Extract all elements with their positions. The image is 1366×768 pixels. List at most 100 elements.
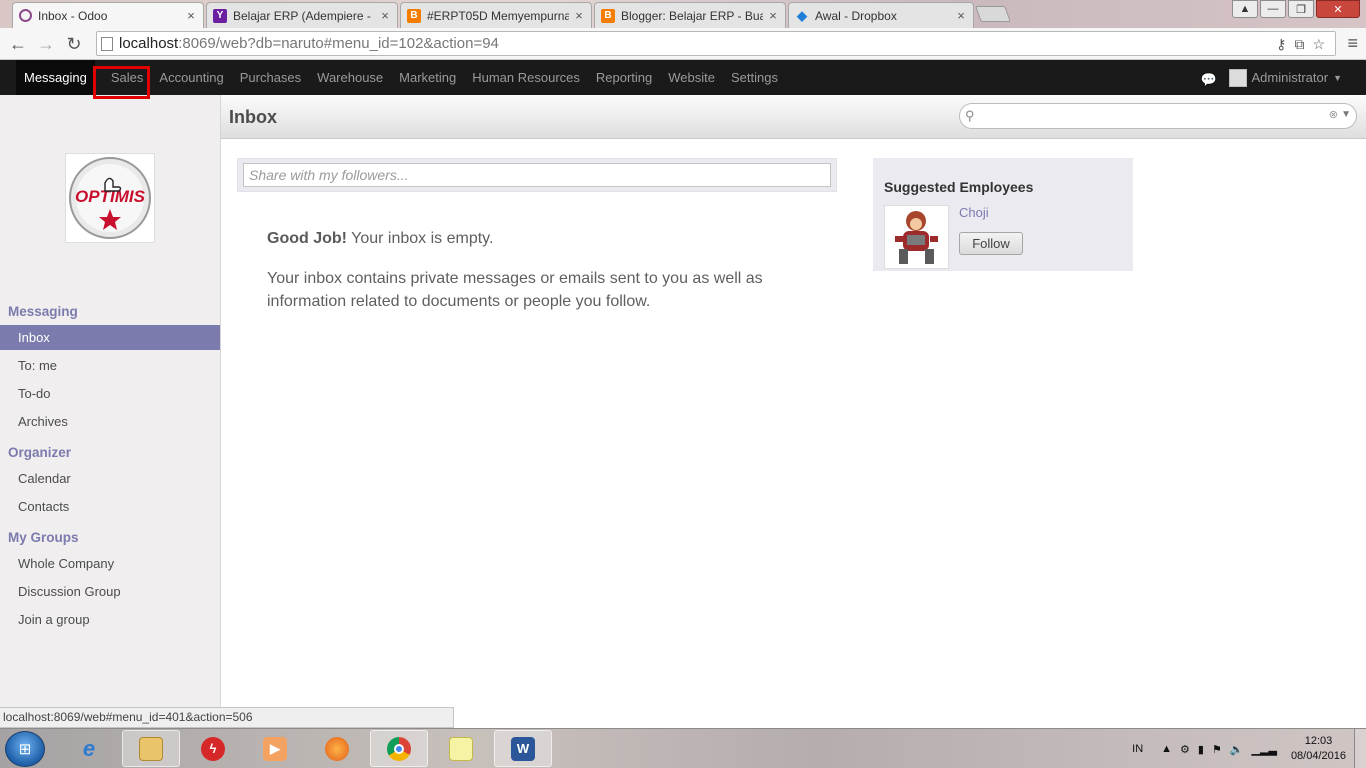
- key-icon[interactable]: ⚷: [1276, 36, 1286, 53]
- close-icon[interactable]: ×: [185, 8, 197, 23]
- word-icon: W: [511, 736, 535, 761]
- odoo-icon: [19, 9, 32, 22]
- topmenu-messaging[interactable]: Messaging: [16, 60, 95, 95]
- language-indicator[interactable]: IN: [1132, 743, 1143, 755]
- topmenu-settings[interactable]: Settings: [723, 60, 786, 95]
- empty-inbox-rest: Your inbox is empty.: [346, 230, 494, 247]
- tab-dropbox[interactable]: ◆ Awal - Dropbox ×: [788, 2, 974, 28]
- chevron-up-icon[interactable]: ▲: [1161, 743, 1172, 755]
- network-device-icon[interactable]: ⚙: [1180, 743, 1190, 756]
- signal-icon[interactable]: ▁▂▃: [1252, 743, 1277, 756]
- back-icon[interactable]: ←: [6, 32, 30, 56]
- tab-title: Inbox - Odoo: [38, 8, 108, 23]
- company-logo[interactable]: OPTIMIS: [65, 153, 155, 243]
- follow-button[interactable]: Follow: [959, 232, 1023, 255]
- close-window-button[interactable]: ✕: [1316, 0, 1360, 18]
- sidebar-item-to-me[interactable]: To: me: [0, 353, 220, 378]
- avatar: [1228, 68, 1247, 87]
- close-icon[interactable]: ×: [573, 8, 585, 23]
- reload-icon[interactable]: ↻: [62, 32, 86, 56]
- omnibox-actions: ⚷ ⧉ ☆: [1276, 36, 1325, 53]
- forward-icon[interactable]: →: [34, 32, 58, 56]
- clock-date: 08/04/2016: [1290, 750, 1346, 762]
- close-icon[interactable]: ×: [379, 8, 391, 23]
- page-icon: [101, 36, 113, 51]
- chrome-menu-icon[interactable]: ≡: [1347, 33, 1358, 54]
- blogger-icon: B: [407, 8, 421, 23]
- clear-icon[interactable]: ⊗: [1329, 108, 1338, 121]
- sidebar-item-join-group[interactable]: Join a group: [0, 607, 220, 632]
- user-menu[interactable]: Administrator ▼: [1228, 68, 1342, 87]
- tab-belajar-erp[interactable]: Y Belajar ERP (Adempiere - ×: [206, 2, 398, 28]
- star-icon[interactable]: ☆: [1312, 36, 1325, 53]
- sidebar-item-archives[interactable]: Archives: [0, 409, 220, 434]
- start-button[interactable]: ⊞: [5, 731, 45, 767]
- close-icon[interactable]: ×: [955, 8, 967, 23]
- tab-erpt05d[interactable]: B #ERPT05D Memyempurna ×: [400, 2, 592, 28]
- topmenu-human-resources[interactable]: Human Resources: [464, 60, 588, 95]
- tab-inbox-odoo[interactable]: Inbox - Odoo ×: [12, 2, 204, 28]
- compose-area: [237, 158, 837, 192]
- chat-icon[interactable]: 💬: [1201, 72, 1217, 87]
- sidebar-item-to-do[interactable]: To-do: [0, 381, 220, 406]
- show-desktop-button[interactable]: [1354, 729, 1366, 768]
- chevron-down-icon[interactable]: ▼: [1341, 109, 1351, 120]
- topmenu-website[interactable]: Website: [660, 60, 723, 95]
- search-icon: ⚲: [965, 108, 975, 123]
- employee-avatar[interactable]: [884, 205, 949, 269]
- section-title-organizer: Organizer: [8, 445, 72, 460]
- sales-highlight-annotation: [93, 66, 150, 99]
- section-title-my-groups: My Groups: [8, 530, 79, 545]
- topmenu-marketing[interactable]: Marketing: [391, 60, 464, 95]
- maximize-button[interactable]: ❐: [1288, 0, 1314, 18]
- topmenu-accounting[interactable]: Accounting: [151, 60, 231, 95]
- taskbar-media[interactable]: ▶: [246, 730, 304, 767]
- taskbar-explorer[interactable]: [122, 730, 180, 767]
- system-tray: IN ▲ ⚙ ▮ ⚑ 🔈 ▁▂▃ 12:03 08/04/2016: [1132, 729, 1346, 768]
- battery-icon[interactable]: ▮: [1198, 743, 1204, 756]
- dropbox-icon: ◆: [797, 7, 807, 23]
- minimize-button[interactable]: —: [1260, 0, 1286, 18]
- url-path: :8069/web?db=naruto#menu_id=102&action=9…: [178, 35, 499, 52]
- taskbar-ie[interactable]: e: [60, 730, 118, 767]
- topmenu-warehouse[interactable]: Warehouse: [309, 60, 391, 95]
- topmenu-purchases[interactable]: Purchases: [232, 60, 309, 95]
- windows-taskbar: ⊞ e ϟ ▶ W IN ▲ ⚙ ▮ ⚑ 🔈 ▁▂▃ 12:03 08/04/2…: [0, 728, 1366, 768]
- user-profile-icon[interactable]: ▲: [1232, 0, 1258, 18]
- search-input[interactable]: [982, 107, 1322, 125]
- volume-icon[interactable]: 🔈: [1230, 743, 1244, 756]
- odoo-topbar: Messaging Sales Accounting Purchases War…: [0, 60, 1366, 95]
- blogger-icon: B: [601, 8, 615, 23]
- sidebar-item-inbox[interactable]: Inbox: [0, 325, 220, 350]
- sidebar-item-discussion-group[interactable]: Discussion Group: [0, 579, 220, 604]
- search-box[interactable]: ⚲ ⊗ ▼: [959, 103, 1357, 129]
- flag-icon[interactable]: ⚑: [1212, 743, 1222, 756]
- translate-icon[interactable]: ⧉: [1294, 36, 1304, 53]
- tab-blogger[interactable]: B Blogger: Belajar ERP - Bua ×: [594, 2, 786, 28]
- topmenu-reporting[interactable]: Reporting: [588, 60, 660, 95]
- close-icon[interactable]: ×: [767, 8, 779, 23]
- taskbar-word[interactable]: W: [494, 730, 552, 767]
- taskbar-chrome[interactable]: [370, 730, 428, 767]
- sidebar-item-whole-company[interactable]: Whole Company: [0, 551, 220, 576]
- empty-inbox-detail: Your inbox contains private messages or …: [267, 270, 763, 310]
- url-host: localhost: [119, 35, 179, 52]
- taskbar-flash[interactable]: ϟ: [184, 730, 242, 767]
- ie-icon: e: [82, 735, 96, 761]
- taskbar-firefox[interactable]: [308, 730, 366, 767]
- browser-tabstrip: Inbox - Odoo × Y Belajar ERP (Adempiere …: [0, 0, 1366, 28]
- chevron-down-icon: ▼: [1333, 72, 1342, 83]
- browser-toolbar: ← → ↻ localhost:8069/web?db=naruto#menu_…: [0, 28, 1366, 60]
- share-with-followers-input[interactable]: [243, 163, 831, 187]
- suggested-employees-title: Suggested Employees: [884, 179, 1034, 195]
- new-tab-button[interactable]: [975, 6, 1011, 22]
- clock[interactable]: 12:03 08/04/2016: [1291, 734, 1346, 764]
- main-header: Inbox ⚲ ⊗ ▼: [221, 95, 1366, 139]
- employee-name-link[interactable]: Choji: [959, 205, 989, 220]
- taskbar-notes[interactable]: [432, 730, 490, 767]
- address-bar[interactable]: localhost:8069/web?db=naruto#menu_id=102…: [96, 31, 1336, 56]
- sidebar-item-calendar[interactable]: Calendar: [0, 466, 220, 491]
- employee-avatar-image: [895, 211, 938, 264]
- sidebar-item-contacts[interactable]: Contacts: [0, 494, 220, 519]
- suggested-employees-panel: Suggested Employees Choji Follow: [873, 158, 1133, 271]
